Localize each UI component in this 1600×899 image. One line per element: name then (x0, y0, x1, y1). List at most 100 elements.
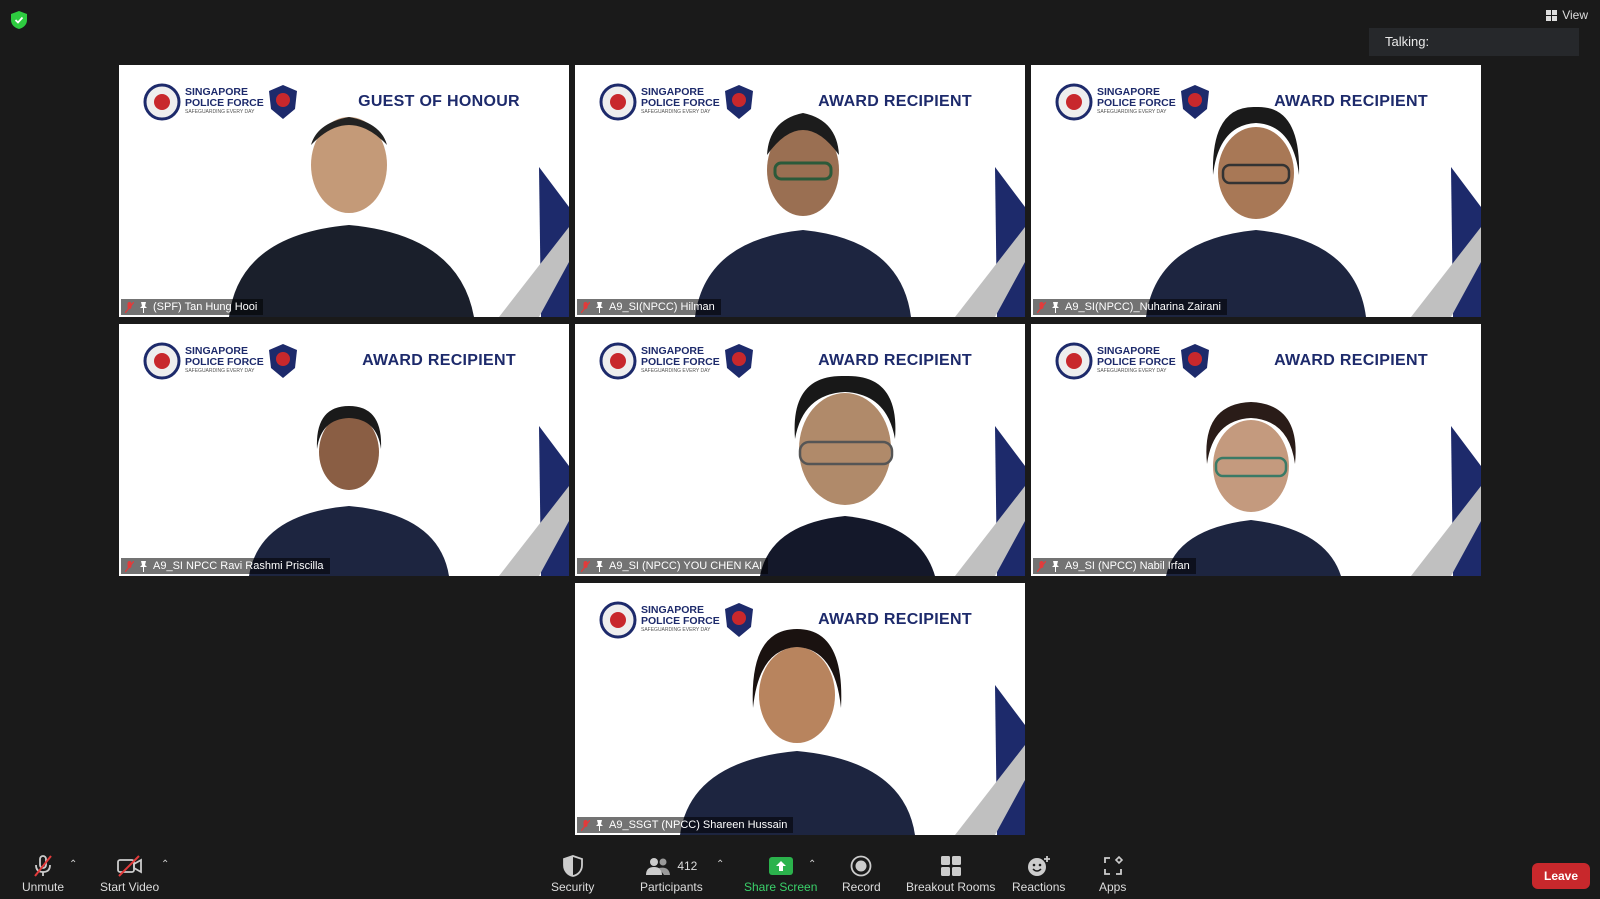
muted-mic-icon (1037, 560, 1046, 572)
participant-name-tag: A9_SI (NPCC) Nabil Irfan (1033, 558, 1196, 574)
tile-banner: AWARD RECIPIENT (362, 352, 516, 369)
participant-name: A9_SI(NPCC)_Nuharina Zairani (1065, 301, 1221, 313)
tile-banner: GUEST OF HONOUR (358, 93, 520, 110)
talking-indicator: Talking: (1369, 28, 1579, 56)
spf-wordmark: SINGAPORE POLICE FORCE SAFEGUARDING EVERY … (1097, 86, 1176, 116)
encryption-shield-icon[interactable] (11, 11, 27, 29)
participants-count: 412 (677, 859, 698, 873)
start-video-button[interactable]: Start Video (100, 853, 159, 894)
pin-icon (1052, 301, 1059, 313)
muted-mic-icon (125, 301, 134, 313)
video-tile[interactable]: SINGAPORE POLICE FORCE SAFEGUARDING EVERY … (575, 65, 1025, 317)
spf-wordmark: SINGAPORE POLICE FORCE SAFEGUARDING EVERY … (1097, 345, 1176, 375)
security-label: Security (551, 880, 595, 894)
record-icon (850, 855, 872, 877)
spf-wordmark: SINGAPORE POLICE FORCE SAFEGUARDING EVERY … (185, 345, 264, 375)
npcc-badge-icon (725, 85, 753, 119)
pin-icon (596, 819, 603, 831)
participant-name: A9_SI (NPCC) YOU CHEN KAI (609, 560, 763, 572)
breakout-rooms-button[interactable]: Breakout Rooms (906, 853, 995, 894)
diagonal-stripes-decoration (955, 426, 1025, 576)
participant-name-tag: (SPF) Tan Hung Hooi (121, 299, 264, 315)
spf-crest-icon (1055, 83, 1093, 121)
share-screen-label: Share Screen (744, 880, 818, 894)
record-button[interactable]: Record (842, 853, 881, 894)
video-off-icon (116, 855, 142, 877)
npcc-badge-icon (725, 603, 753, 637)
spf-wordmark: SINGAPORE POLICE FORCE SAFEGUARDING EVERY … (185, 86, 264, 116)
participant-name-tag: A9_SI NPCC Ravi Rashmi Priscilla (121, 558, 330, 574)
share-screen-button[interactable]: Share Screen (744, 853, 817, 894)
spf-wordmark: SINGAPORE POLICE FORCE SAFEGUARDING EVERY … (641, 604, 720, 634)
diagonal-stripes-decoration (955, 167, 1025, 317)
spf-crest-icon (143, 342, 181, 380)
security-button[interactable]: Security (551, 853, 594, 894)
breakout-rooms-icon (940, 856, 961, 876)
video-tile[interactable]: SINGAPORE POLICE FORCE SAFEGUARDING EVERY … (575, 583, 1025, 835)
view-grid-icon (1546, 9, 1558, 21)
reactions-smiley-icon (1027, 856, 1050, 876)
participant-name: (SPF) Tan Hung Hooi (153, 301, 258, 313)
spf-wordmark: SINGAPORE POLICE FORCE SAFEGUARDING EVERY … (641, 86, 720, 116)
video-tile[interactable]: SINGAPORE POLICE FORCE SAFEGUARDING EVERY … (1031, 324, 1481, 576)
reactions-label: Reactions (1012, 880, 1066, 894)
diagonal-stripes-decoration (955, 685, 1025, 835)
share-options-caret[interactable]: ⌃ (808, 859, 816, 870)
participant-name: A9_SI NPCC Ravi Rashmi Priscilla (153, 560, 324, 572)
spf-crest-icon (1055, 342, 1093, 380)
apps-button[interactable]: Apps (1099, 853, 1126, 894)
muted-mic-icon (581, 819, 590, 831)
pin-icon (140, 560, 147, 572)
participant-name-tag: A9_SI (NPCC) YOU CHEN KAI (577, 558, 769, 574)
breakout-rooms-label: Breakout Rooms (906, 880, 996, 894)
npcc-badge-icon (1181, 344, 1209, 378)
start-video-label: Start Video (100, 880, 160, 894)
muted-microphone-icon (34, 855, 52, 877)
muted-mic-icon (125, 560, 134, 572)
unmute-button[interactable]: Unmute (22, 853, 64, 894)
leave-button[interactable]: Leave (1532, 863, 1590, 889)
tile-banner: AWARD RECIPIENT (1274, 352, 1428, 369)
video-tile[interactable]: SINGAPORE POLICE FORCE SAFEGUARDING EVERY … (575, 324, 1025, 576)
spf-wordmark: SINGAPORE POLICE FORCE SAFEGUARDING EVERY … (641, 345, 720, 375)
participant-name-tag: A9_SI(NPCC) Hilman (577, 299, 721, 315)
npcc-badge-icon (1181, 85, 1209, 119)
unmute-label: Unmute (22, 880, 65, 894)
tile-banner: AWARD RECIPIENT (1274, 93, 1428, 110)
npcc-badge-icon (269, 85, 297, 119)
pin-icon (1052, 560, 1059, 572)
share-screen-icon (768, 857, 793, 875)
diagonal-stripes-decoration (1411, 167, 1481, 317)
tile-banner: AWARD RECIPIENT (818, 93, 972, 110)
view-button[interactable]: View (1546, 8, 1588, 22)
participant-name-tag: A9_SSGT (NPCC) Shareen Hussain (577, 817, 794, 833)
security-shield-icon (562, 855, 583, 877)
participants-button[interactable]: 412 Participants (640, 853, 703, 894)
participants-options-caret[interactable]: ⌃ (716, 859, 724, 870)
diagonal-stripes-decoration (1411, 426, 1481, 576)
npcc-badge-icon (269, 344, 297, 378)
reactions-button[interactable]: Reactions (1012, 853, 1065, 894)
spf-crest-icon (143, 83, 181, 121)
view-label: View (1562, 8, 1588, 22)
participants-icon (646, 858, 671, 875)
audio-options-caret[interactable]: ⌃ (69, 859, 77, 870)
video-tile[interactable]: SINGAPORE POLICE FORCE SAFEGUARDING EVERY … (119, 65, 569, 317)
record-label: Record (842, 880, 881, 894)
muted-mic-icon (1037, 301, 1046, 313)
video-options-caret[interactable]: ⌃ (161, 859, 169, 870)
pin-icon (596, 301, 603, 313)
pin-icon (140, 301, 147, 313)
video-tile[interactable]: SINGAPORE POLICE FORCE SAFEGUARDING EVERY … (1031, 65, 1481, 317)
muted-mic-icon (581, 560, 590, 572)
meeting-toolbar: Unmute ⌃ Start Video ⌃ Security 412 Part… (0, 847, 1600, 899)
tile-banner: AWARD RECIPIENT (818, 611, 972, 628)
spf-crest-icon (599, 83, 637, 121)
diagonal-stripes-decoration (499, 426, 569, 576)
video-tile[interactable]: SINGAPORE POLICE FORCE SAFEGUARDING EVERY … (119, 324, 569, 576)
muted-mic-icon (581, 301, 590, 313)
participant-name: A9_SSGT (NPCC) Shareen Hussain (609, 819, 788, 831)
tile-banner: AWARD RECIPIENT (818, 352, 972, 369)
spf-crest-icon (599, 601, 637, 639)
apps-label: Apps (1099, 880, 1127, 894)
